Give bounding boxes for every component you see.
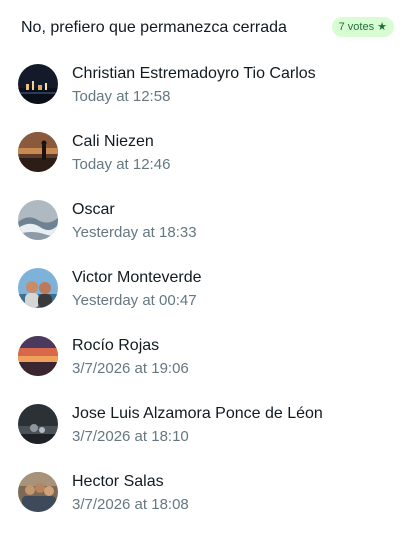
voter-row[interactable]: Jose Luis Alzamora Ponce de Léon 3/7/202… — [0, 390, 410, 458]
poll-option-voters-panel: No, prefiero que permanezca cerrada 7 vo… — [0, 0, 410, 542]
voter-row[interactable]: Hector Salas 3/7/2026 at 18:08 — [0, 458, 410, 526]
vote-timestamp: Today at 12:58 — [72, 88, 171, 105]
avatar — [18, 200, 58, 240]
avatar — [18, 64, 58, 104]
voter-row[interactable]: Christian Estremadoyro Tio Carlos Today … — [0, 50, 410, 118]
poll-option-header: No, prefiero que permanezca cerrada 7 vo… — [0, 0, 410, 56]
voter-name: Christian Estremadoyro Tio Carlos — [72, 65, 316, 82]
voter-name: Oscar — [72, 201, 115, 218]
avatar — [18, 404, 58, 444]
avatar — [18, 336, 58, 376]
vote-timestamp: Today at 12:46 — [72, 156, 171, 173]
vote-timestamp: 3/7/2026 at 19:06 — [72, 360, 189, 377]
vote-timestamp: Yesterday at 00:47 — [72, 292, 197, 309]
vote-timestamp: 3/7/2026 at 18:10 — [72, 428, 189, 445]
voter-name: Jose Luis Alzamora Ponce de Léon — [72, 405, 323, 422]
avatar — [18, 132, 58, 172]
avatar — [18, 268, 58, 308]
voter-name: Hector Salas — [72, 473, 164, 490]
voter-row[interactable]: Oscar Yesterday at 18:33 — [0, 186, 410, 254]
voter-name: Cali Niezen — [72, 133, 154, 150]
votes-count-badge: 7 votes ★ — [331, 17, 394, 37]
vote-timestamp: Yesterday at 18:33 — [72, 224, 197, 241]
voter-name: Victor Monteverde — [72, 269, 202, 286]
voter-name: Rocío Rojas — [72, 337, 160, 354]
voter-row[interactable]: Victor Monteverde Yesterday at 00:47 — [0, 254, 410, 322]
poll-option-text: No, prefiero que permanezca cerrada — [21, 19, 287, 36]
voter-row[interactable]: Cali Niezen Today at 12:46 — [0, 118, 410, 186]
voter-row[interactable]: Rocío Rojas 3/7/2026 at 19:06 — [0, 322, 410, 390]
vote-timestamp: 3/7/2026 at 18:08 — [72, 496, 189, 513]
voter-list: Christian Estremadoyro Tio Carlos Today … — [0, 50, 410, 526]
avatar — [18, 472, 58, 512]
